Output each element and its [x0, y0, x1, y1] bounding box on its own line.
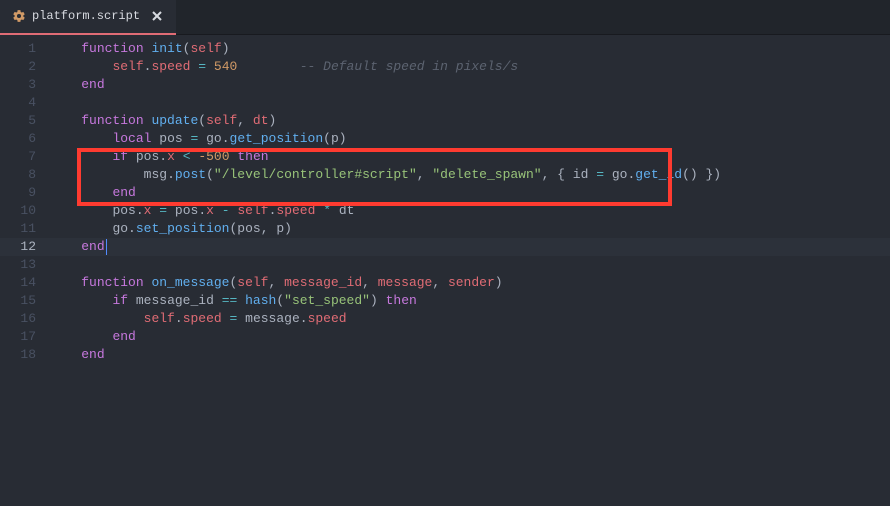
code-line: end: [50, 184, 890, 202]
code-line: msg.post("/level/controller#script", "de…: [50, 166, 890, 184]
code-line: end: [50, 76, 890, 94]
line-number: 5: [0, 112, 50, 130]
gear-icon: [12, 9, 26, 23]
code-line: [50, 256, 890, 274]
line-number: 18: [0, 346, 50, 364]
code-line: local pos = go.get_position(p): [50, 130, 890, 148]
line-number: 13: [0, 256, 50, 274]
line-number: 8: [0, 166, 50, 184]
line-number: 6: [0, 130, 50, 148]
line-number: 14: [0, 274, 50, 292]
line-number: 7: [0, 148, 50, 166]
line-number: 15: [0, 292, 50, 310]
code-line: function init(self): [50, 40, 890, 58]
code-line: self.speed = 540 -- Default speed in pix…: [50, 58, 890, 76]
scrollbar-vertical[interactable]: [878, 35, 890, 506]
line-number: 16: [0, 310, 50, 328]
code-line: [50, 94, 890, 112]
code-area[interactable]: function init(self) self.speed = 540 -- …: [50, 35, 890, 506]
code-line: end: [50, 238, 890, 256]
code-line: go.set_position(pos, p): [50, 220, 890, 238]
code-line: if message_id == hash("set_speed") then: [50, 292, 890, 310]
line-number: 3: [0, 76, 50, 94]
text-cursor: [106, 239, 107, 255]
tab-bar: platform.script: [0, 0, 890, 35]
code-line: pos.x = pos.x - self.speed * dt: [50, 202, 890, 220]
tab-label: platform.script: [32, 9, 140, 23]
code-editor[interactable]: 1 2 3 4 5 6 7 8 9 10 11 12 13 14 15 16 1…: [0, 35, 890, 506]
code-line: function update(self, dt): [50, 112, 890, 130]
code-line: if pos.x < -500 then: [50, 148, 890, 166]
line-number: 10: [0, 202, 50, 220]
line-number: 2: [0, 58, 50, 76]
line-number: 17: [0, 328, 50, 346]
code-line: end: [50, 346, 890, 364]
line-number: 9: [0, 184, 50, 202]
code-line: function on_message(self, message_id, me…: [50, 274, 890, 292]
close-icon[interactable]: [150, 9, 164, 23]
tab-platform-script[interactable]: platform.script: [0, 0, 176, 35]
line-number: 4: [0, 94, 50, 112]
code-line: end: [50, 328, 890, 346]
code-line: self.speed = message.speed: [50, 310, 890, 328]
line-number: 12: [0, 238, 50, 256]
line-number: 11: [0, 220, 50, 238]
line-numbers-gutter: 1 2 3 4 5 6 7 8 9 10 11 12 13 14 15 16 1…: [0, 35, 50, 506]
line-number: 1: [0, 40, 50, 58]
